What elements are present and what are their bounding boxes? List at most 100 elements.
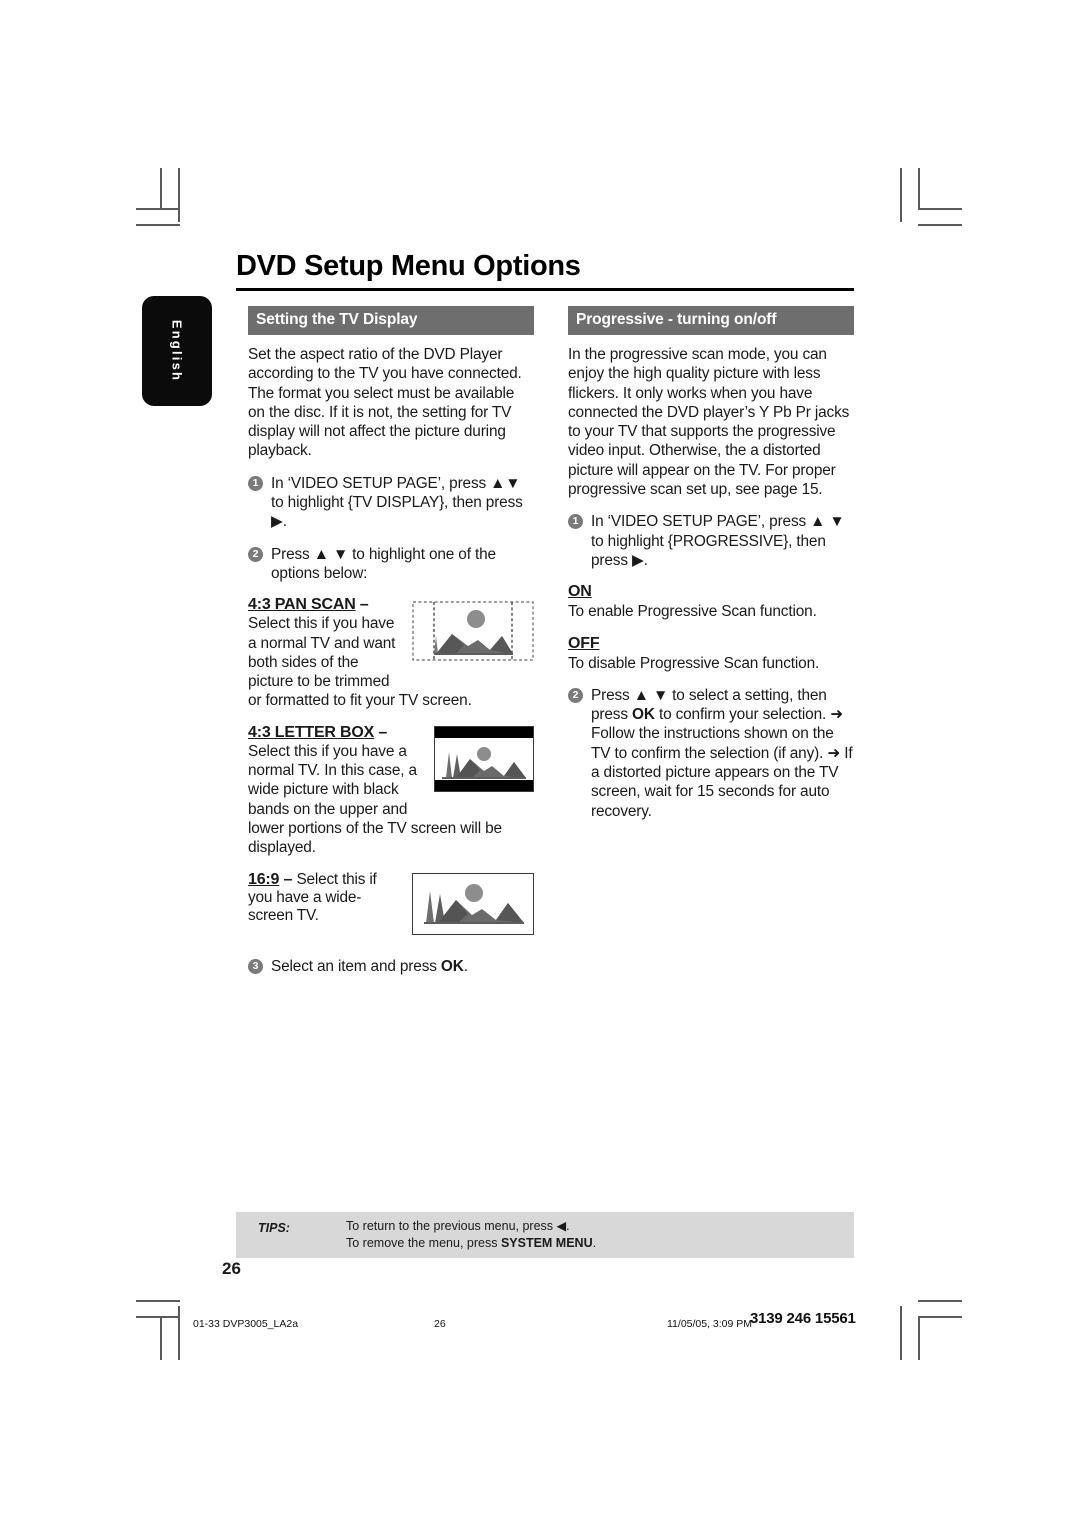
- step-1-text-c: .: [282, 513, 287, 531]
- left-column: Setting the TV Display Set the aspect ra…: [248, 306, 534, 989]
- section-header-progressive: Progressive - turning on/off: [568, 306, 854, 335]
- p-step-2-ok-label: OK: [632, 706, 655, 724]
- tips-content: To return to the previous menu, press ◀.…: [346, 1218, 854, 1251]
- step-number-2: 2: [568, 687, 583, 703]
- option-widescreen-title: 16:9: [248, 870, 280, 888]
- p-step-2-note-1: Follow the instructions shown on the TV …: [591, 725, 834, 762]
- up-triangle-icon: ▲: [313, 545, 329, 563]
- tips-system-menu-label: SYSTEM MENU: [500, 1235, 593, 1250]
- crop-mark-bottom-left-inner-vertical: [160, 1316, 162, 1360]
- widescreen-svg: [412, 872, 534, 935]
- p-step-1-text-b: to highlight {PROGRESSIVE}, then press: [591, 532, 826, 569]
- tips-label: TIPS:: [258, 1221, 290, 1235]
- setting-off-heading: OFF: [568, 635, 854, 653]
- step-number-1: 1: [248, 475, 263, 491]
- crop-mark-top-left-vertical: [178, 168, 180, 222]
- crop-mark-bottom-right-vertical: [900, 1306, 902, 1360]
- option-letter-box-dash: –: [374, 723, 388, 741]
- footer-page: 26: [434, 1318, 446, 1330]
- pan-scan-diagram: [412, 598, 534, 673]
- option-letter-box: 4:3 LETTER BOX – Select this if you have…: [248, 724, 534, 871]
- p-step-1-text-c: .: [643, 551, 648, 569]
- left-triangle-icon: ◀: [556, 1219, 567, 1233]
- step-3-text-a: Select an item and press: [271, 957, 441, 975]
- up-triangle-icon: ▲: [810, 513, 826, 531]
- step-number-3: 3: [248, 958, 263, 974]
- crop-mark-top-left-lower-horizontal: [136, 224, 180, 226]
- crop-mark-bottom-right-upper-horizontal: [918, 1300, 962, 1302]
- up-triangle-icon: ▲: [490, 474, 506, 492]
- option-pan-scan: 4:3 PAN SCAN – Select this if you have a…: [248, 596, 534, 723]
- setting-on-label: ON: [568, 583, 592, 601]
- crop-mark-top-right-horizontal: [918, 208, 962, 210]
- page-title: DVD Setup Menu Options: [236, 250, 581, 282]
- tv-display-step-3: 3 Select an item and press OK.: [248, 957, 534, 976]
- tv-display-step-1: 1 In ‘VIDEO SETUP PAGE’, press ▲▼ to hig…: [248, 474, 534, 532]
- step-number-1: 1: [568, 514, 583, 530]
- footer-document-code: 3139 246 15561: [750, 1310, 856, 1327]
- crop-mark-bottom-left-horizontal: [136, 1316, 180, 1318]
- option-pan-scan-dash: –: [355, 596, 369, 614]
- tips-line-1-text: To return to the previous menu, press: [346, 1219, 557, 1233]
- step-3-ok-label: OK: [440, 957, 464, 975]
- letter-box-diagram: [434, 725, 534, 797]
- tv-display-intro: Set the aspect ratio of the DVD Player a…: [248, 346, 522, 460]
- progressive-step-2: 2 Press ▲ ▼ to select a setting, then pr…: [568, 686, 854, 821]
- manual-page: English DVD Setup Menu Options Setting t…: [0, 0, 1080, 1528]
- step-3-text-c: .: [463, 957, 468, 975]
- title-divider: [236, 288, 854, 291]
- tips-box: TIPS: To return to the previous menu, pr…: [236, 1212, 854, 1258]
- arrow-right-icon: ➜: [830, 706, 844, 724]
- footer-filename: 01-33 DVP3005_LA2a: [193, 1318, 299, 1330]
- crop-mark-bottom-right-inner-vertical: [918, 1316, 920, 1360]
- letter-box-svg: [434, 725, 534, 792]
- step-1-text-a: In ‘VIDEO SETUP PAGE’, press: [271, 474, 491, 492]
- p-step-2-text-a: Press: [591, 686, 634, 704]
- widescreen-diagram: [412, 872, 534, 940]
- down-triangle-icon: ▼: [829, 513, 845, 531]
- down-triangle-icon: ▼: [505, 474, 521, 492]
- setting-on-heading: ON: [568, 583, 854, 601]
- option-widescreen: 16:9 – Select this if you have a wide-sc…: [248, 871, 534, 944]
- language-tab-label: English: [169, 319, 185, 383]
- tips-line-1-end: .: [566, 1219, 570, 1233]
- down-triangle-icon: ▼: [332, 545, 349, 563]
- progressive-step-1: 1 In ‘VIDEO SETUP PAGE’, press ▲ ▼ to hi…: [568, 512, 854, 570]
- crop-mark-top-left-horizontal: [136, 208, 180, 210]
- setting-on-description: To enable Progressive Scan function.: [568, 603, 817, 621]
- option-widescreen-dash: –: [279, 870, 297, 888]
- tips-line-2-text: To remove the menu, press: [346, 1235, 501, 1250]
- crop-mark-top-right-inner-vertical: [918, 168, 920, 210]
- arrow-right-icon: ➜: [827, 744, 841, 762]
- pan-scan-svg: [412, 601, 534, 661]
- right-column: Progressive - turning on/off In the prog…: [568, 306, 854, 834]
- tips-line-2-end: .: [592, 1235, 597, 1250]
- crop-mark-top-left-inner-vertical: [160, 168, 162, 210]
- crop-mark-bottom-left-upper-horizontal: [136, 1300, 180, 1302]
- p-step-2-text-d: to confirm your selection.: [654, 706, 827, 724]
- section-header-tv-display: Setting the TV Display: [248, 306, 534, 335]
- crop-mark-top-right-vertical: [900, 168, 902, 222]
- right-triangle-icon: ▶: [632, 551, 644, 569]
- page-number: 26: [222, 1259, 241, 1278]
- setting-off-description: To disable Progressive Scan function.: [568, 654, 820, 672]
- tips-line-1: To return to the previous menu, press ◀.: [346, 1218, 854, 1235]
- up-triangle-icon: ▲: [633, 686, 649, 704]
- down-triangle-icon: ▼: [652, 686, 669, 704]
- step-number-2: 2: [248, 546, 263, 562]
- crop-mark-bottom-left-vertical: [178, 1306, 180, 1360]
- step-1-text-b: to highlight {TV DISPLAY}, then press: [271, 494, 523, 512]
- progressive-intro: In the progressive scan mode, you can en…: [568, 346, 850, 499]
- tv-display-step-2: 2 Press ▲ ▼ to highlight one of the opti…: [248, 545, 534, 584]
- footer-timestamp: 11/05/05, 3:09 PM: [667, 1318, 753, 1330]
- step-2-text-a: Press: [271, 545, 314, 563]
- p-step-1-text-a: In ‘VIDEO SETUP PAGE’, press: [591, 513, 811, 531]
- tips-line-2: To remove the menu, press SYSTEM MENU.: [346, 1235, 854, 1252]
- right-triangle-icon: ▶: [271, 513, 283, 531]
- crop-mark-bottom-right-horizontal: [918, 1316, 962, 1318]
- language-tab: English: [142, 296, 212, 406]
- setting-off-label: OFF: [568, 634, 600, 652]
- option-pan-scan-title: 4:3 PAN SCAN: [248, 596, 356, 614]
- option-letter-box-title: 4:3 LETTER BOX: [248, 723, 375, 741]
- crop-mark-top-right-lower-horizontal: [918, 224, 962, 226]
